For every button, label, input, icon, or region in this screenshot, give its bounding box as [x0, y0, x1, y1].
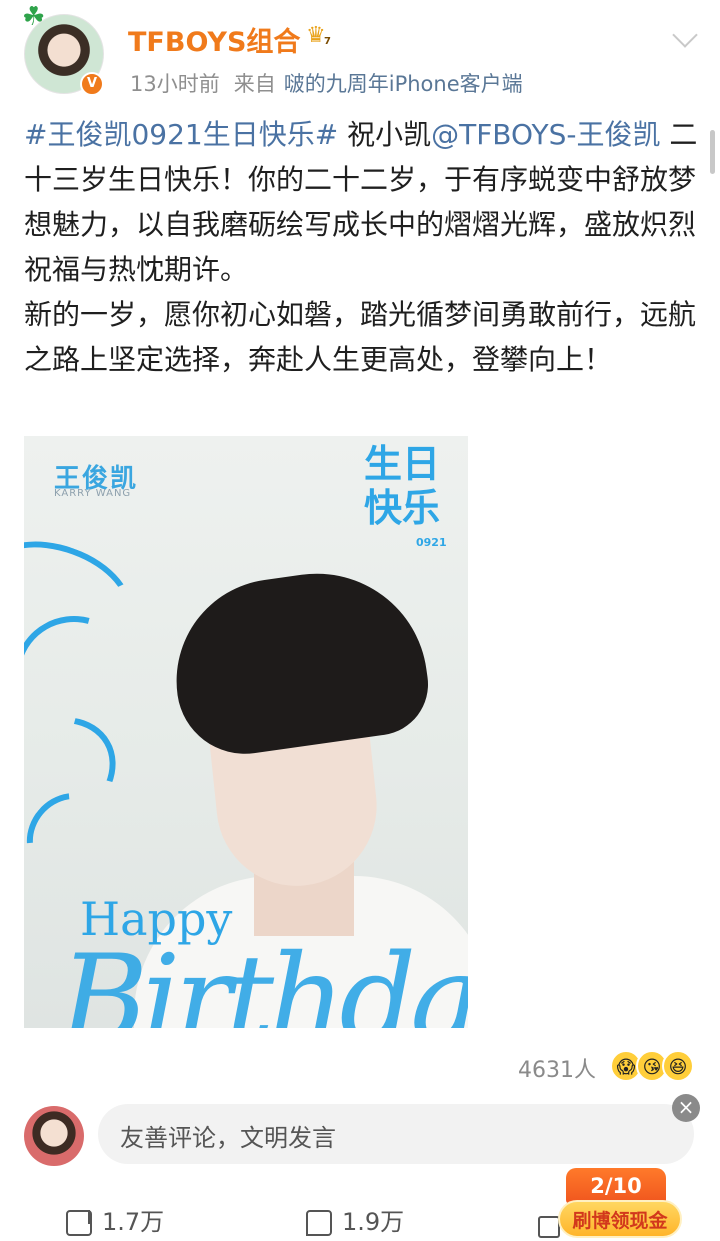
share-icon — [66, 1210, 92, 1236]
reaction-count: 4631人 — [518, 1058, 596, 1083]
reward-label: 刷博领现金 — [558, 1200, 682, 1238]
share-count: 1.7万 — [102, 1208, 165, 1236]
post-body: #王俊凯0921生日快乐# 祝小凯@TFBOYS-王俊凯 二十三岁生日快乐！你的… — [24, 112, 700, 382]
post-image[interactable]: 王俊凯 KARRY WANG 生日快乐 0921 Happy Birthday — [24, 436, 468, 1028]
cash-reward-widget[interactable]: 2/10 刷博领现金 — [558, 1166, 684, 1240]
source-prefix: 来自 — [233, 72, 276, 96]
laugh-emoji-icon: 😆 — [662, 1050, 694, 1082]
like-icon[interactable] — [538, 1216, 560, 1238]
image-birthday-text: Birthday — [60, 930, 468, 1029]
image-birthday-date: 0921 — [416, 536, 447, 549]
user-avatar[interactable] — [24, 1106, 84, 1166]
verified-badge-icon: V — [80, 72, 104, 96]
close-icon[interactable]: × — [672, 1094, 700, 1122]
scrollbar[interactable] — [710, 130, 715, 174]
comment-bar: 友善评论，文明发言 × — [0, 1094, 720, 1176]
post-source[interactable]: 啵的九周年iPhone客户端 — [284, 72, 523, 96]
clover-icon: ☘ — [22, 2, 46, 32]
chevron-down-icon[interactable] — [670, 24, 698, 52]
crown-level: 7 — [324, 36, 331, 47]
author-name[interactable]: TFBOYS组合 — [128, 20, 300, 59]
image-name-en: KARRY WANG — [54, 488, 132, 499]
mention-link[interactable]: @TFBOYS-王俊凯 — [431, 118, 660, 151]
post-paragraph-2: 新的一岁，愿你初心如磐，踏光循梦间勇敢前行，远航之路上坚定选择，奔赴人生更高处，… — [24, 298, 697, 376]
image-birthday-cn: 生日快乐 — [364, 442, 441, 530]
share-button[interactable]: 1.7万 — [66, 1202, 164, 1237]
comment-icon — [306, 1210, 332, 1236]
post-paragraph-1: #王俊凯0921生日快乐# 祝小凯@TFBOYS-王俊凯 二十三岁生日快乐！你的… — [24, 112, 700, 292]
reward-progress: 2/10 — [566, 1168, 666, 1204]
hashtag-link[interactable]: #王俊凯0921生日快乐# — [24, 118, 338, 151]
comment-count: 1.9万 — [342, 1208, 405, 1236]
post-time: 13小时前 — [130, 72, 220, 96]
figure-hair — [163, 559, 435, 763]
post-meta: 13小时前 来自 啵的九周年iPhone客户端 — [130, 68, 523, 98]
post-header: ☘ V TFBOYS组合 ♛ 7 13小时前 来自 啵的九周年iPhone客户端 — [0, 0, 720, 110]
comment-input[interactable]: 友善评论，文明发言 — [98, 1104, 694, 1164]
post-text: 祝小凯 — [338, 118, 432, 151]
comment-button[interactable]: 1.9万 — [306, 1202, 404, 1237]
